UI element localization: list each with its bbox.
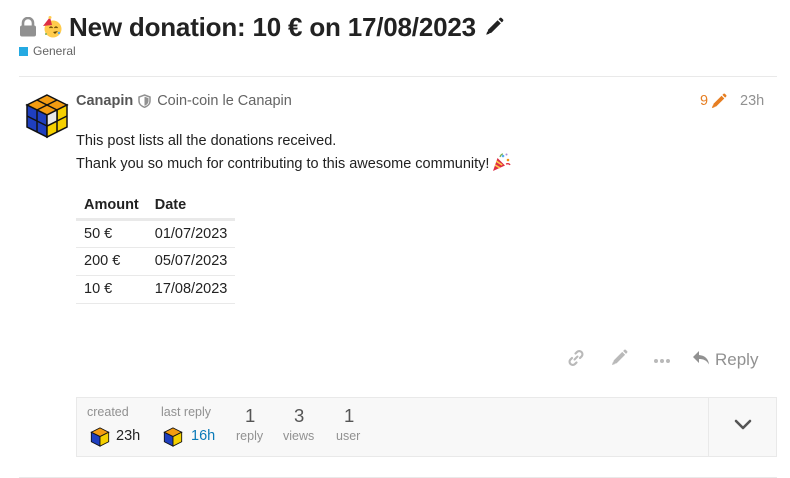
edit-count: 9 — [700, 93, 709, 109]
ellipsis-icon — [653, 351, 671, 369]
party-popper-icon — [491, 152, 512, 172]
last-reply-value: 16h — [191, 428, 216, 444]
created-section[interactable]: created 23h — [87, 398, 151, 456]
shield-icon — [138, 94, 151, 109]
user-title: Coin-coin le Canapin — [157, 93, 292, 109]
replies-label: reply — [236, 429, 264, 443]
edit-post-button[interactable] — [603, 346, 635, 374]
topic-title-row: New donation: 10 € on 17/08/2023 — [19, 10, 504, 44]
users-count: 1 — [344, 405, 355, 426]
table-cell-date: 05/07/2023 — [146, 247, 236, 276]
category-name: General — [33, 44, 76, 58]
column-header-date: Date — [146, 194, 236, 221]
created-value: 23h — [116, 428, 141, 444]
pencil-icon — [710, 93, 727, 110]
category-badge[interactable]: General — [19, 44, 76, 58]
expand-topic-map-button[interactable] — [708, 398, 776, 456]
last-reply-section[interactable]: last reply 16h — [161, 398, 231, 456]
table-cell-date: 17/08/2023 — [146, 275, 236, 304]
post-date[interactable]: 23h — [740, 91, 764, 111]
table-cell-date: 01/07/2023 — [146, 219, 236, 248]
chevron-down-icon — [734, 418, 752, 436]
replies-stat: 1 reply — [233, 398, 273, 456]
username[interactable]: Canapin — [76, 93, 133, 109]
created-label: created — [87, 405, 129, 419]
column-header-amount: Amount — [76, 194, 147, 221]
post-text: Thank you so much for contributing to th… — [76, 156, 490, 172]
party-face-icon — [41, 16, 63, 38]
table-row: 200 € 05/07/2023 — [76, 247, 236, 276]
table-row: 50 € 01/07/2023 — [76, 219, 236, 248]
edit-history-button[interactable]: 9 — [700, 91, 727, 111]
poster-info: Canapin Coin-coin le Canapin — [76, 91, 292, 111]
table-header-row: Amount Date — [76, 194, 236, 221]
post-actions: Reply — [560, 346, 762, 374]
reply-label: Reply — [715, 350, 759, 369]
users-label: user — [336, 429, 361, 443]
views-stat: 3 views — [282, 398, 326, 456]
pencil-icon[interactable] — [484, 17, 504, 37]
table-cell-amount: 200 € — [76, 247, 147, 276]
donations-table: Amount Date 50 € 01/07/2023 200 € 05/07/… — [76, 194, 236, 304]
avatar — [90, 427, 110, 447]
link-icon — [567, 349, 585, 372]
divider — [19, 76, 777, 77]
post-text-line: Thank you so much for contributing to th… — [76, 152, 512, 175]
table-cell-amount: 50 € — [76, 219, 147, 248]
pencil-icon — [610, 349, 628, 372]
topic-title[interactable]: New donation: 10 € on 17/08/2023 — [69, 12, 476, 43]
copy-link-button[interactable] — [560, 346, 592, 374]
table-row: 10 € 17/08/2023 — [76, 275, 236, 304]
reply-button[interactable]: Reply — [688, 346, 762, 374]
post-text-line: This post lists all the donations receiv… — [76, 133, 337, 149]
lock-icon — [19, 16, 37, 37]
reply-icon — [692, 350, 710, 371]
views-label: views — [283, 429, 315, 443]
category-color-swatch — [19, 46, 28, 56]
views-count: 3 — [294, 405, 305, 426]
post-body: This post lists all the donations receiv… — [76, 130, 512, 175]
last-reply-label: last reply — [161, 405, 212, 419]
avatar — [163, 427, 183, 447]
users-stat: 1 user — [335, 398, 371, 456]
avatar[interactable] — [24, 93, 70, 139]
more-actions-button[interactable] — [646, 346, 678, 374]
topic-map: created 23h last reply 16h 1 reply 3 vie… — [76, 397, 777, 457]
replies-count: 1 — [245, 405, 256, 426]
table-cell-amount: 10 € — [76, 275, 147, 304]
